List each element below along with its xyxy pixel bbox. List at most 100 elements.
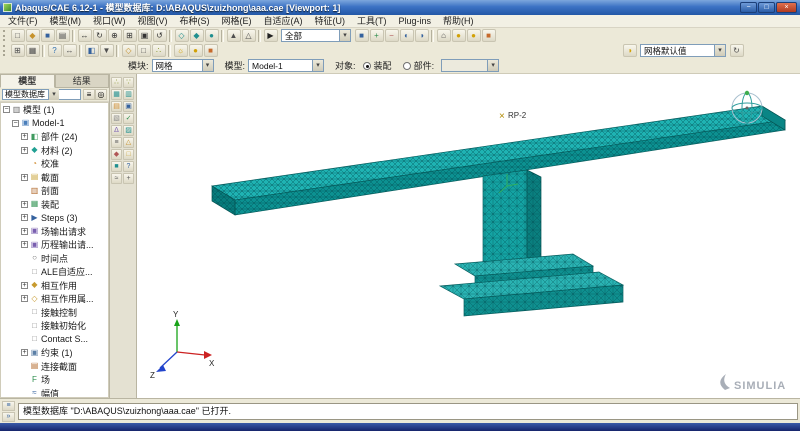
pan-view-icon[interactable]: ↔	[77, 29, 92, 42]
element-type-icon[interactable]: ▣	[123, 101, 134, 112]
object-part-radio[interactable]	[402, 61, 411, 70]
query-info-icon[interactable]: ?	[47, 44, 62, 57]
zoom-view-icon[interactable]: ⊕	[107, 29, 122, 42]
print-icon[interactable]: ▤	[55, 29, 70, 42]
menu-item[interactable]: 布种(S)	[174, 15, 216, 28]
tree-item[interactable]: + ◧ 部件 (24)	[1, 130, 108, 144]
tree-item[interactable]: + ◇ 相互作用属...	[1, 292, 108, 306]
windows-taskbar[interactable]	[0, 423, 800, 431]
tree-item[interactable]: F 场	[1, 373, 108, 387]
menu-item[interactable]: 帮助(H)	[437, 15, 480, 28]
viewport-canvas[interactable]: × RP-2 Y X Z SIMULIA	[137, 74, 800, 398]
tree-expander-icon[interactable]: +	[21, 241, 28, 249]
display-options-icon[interactable]: ≈	[111, 173, 122, 184]
object-assembly-label[interactable]: 装配	[374, 59, 392, 72]
tree-options-icon[interactable]: ≡	[83, 89, 95, 100]
chevron-down-icon[interactable]: ▾	[714, 45, 725, 56]
tools-icon[interactable]: +	[123, 173, 134, 184]
command-line-tab-icon[interactable]: »	[2, 411, 15, 422]
fit-view-icon[interactable]: ▣	[137, 29, 152, 42]
model-combo[interactable]: Model-1 ▾	[248, 59, 325, 72]
viewport[interactable]: × RP-2 Y X Z SIMULIA	[137, 74, 800, 398]
tile-viewports-icon[interactable]: ▦	[25, 44, 40, 57]
tab-results[interactable]: 结果	[54, 74, 109, 88]
light-options-icon[interactable]: ☼	[173, 44, 188, 57]
wireframe-render-icon[interactable]: ◇	[174, 29, 189, 42]
seed-part-icon[interactable]: ∴	[111, 77, 122, 88]
tree-expander-icon[interactable]: +	[21, 227, 28, 235]
menu-item[interactable]: 网格(E)	[216, 15, 258, 28]
tree-item[interactable]: − ▣ Model-1	[1, 117, 108, 131]
dg-intersect-icon[interactable]: ◐	[399, 29, 414, 42]
tab-model[interactable]: 模型	[0, 74, 55, 88]
tree-item[interactable]: + ▣ 场输出请求	[1, 225, 108, 239]
display-group-combo[interactable]: 全部 ▾	[281, 29, 351, 42]
virtual-topology-icon[interactable]: △	[123, 137, 134, 148]
render-sphere2-icon[interactable]: ●	[466, 29, 481, 42]
reference-point-marker[interactable]: × RP-2	[499, 111, 527, 122]
datum-display-icon[interactable]: ◇	[121, 44, 136, 57]
edge-display-icon[interactable]: □	[136, 44, 151, 57]
associate-mesh-icon[interactable]: ≡	[111, 137, 122, 148]
chevron-down-icon[interactable]: ▾	[48, 89, 59, 100]
maximize-button[interactable]: □	[758, 2, 775, 13]
views-toolbar-icon[interactable]: ⌂	[436, 29, 451, 42]
menu-item[interactable]: 特征(U)	[309, 15, 352, 28]
bridge-pier-mesh[interactable]	[482, 169, 542, 267]
dg-either-icon[interactable]: ◑	[414, 29, 429, 42]
tree-search-icon[interactable]: ◎	[95, 89, 107, 100]
chevron-down-icon[interactable]: ▾	[201, 60, 213, 71]
box-zoom-icon[interactable]: ⊞	[122, 29, 137, 42]
mesh-part-icon[interactable]: ▦	[111, 89, 122, 100]
tree-item[interactable]: + ▣ 约束 (1)	[1, 346, 108, 360]
tree-item[interactable]: □ 接触控制	[1, 306, 108, 320]
menu-item[interactable]: 工具(T)	[351, 15, 393, 28]
select-cursor-icon[interactable]: ▶	[263, 29, 278, 42]
bridge-footing-mesh[interactable]	[438, 253, 625, 317]
texture-box-icon[interactable]: ■	[481, 29, 496, 42]
object-part-label[interactable]: 部件:	[414, 59, 435, 72]
display-group-manager-icon[interactable]: ◧	[84, 44, 99, 57]
create-mesh-part-icon[interactable]: ■	[111, 161, 122, 172]
tree-item[interactable]: □ 接触初始化	[1, 319, 108, 333]
tree-item[interactable]: ▥ 剖面	[1, 184, 108, 198]
tree-item[interactable]: − ▥ 模型 (1)	[1, 103, 108, 117]
tree-expander-icon[interactable]: −	[12, 119, 19, 127]
new-database-icon[interactable]: □	[10, 29, 25, 42]
dg-remove-icon[interactable]: −	[384, 29, 399, 42]
verify-mesh-icon[interactable]: ✓	[123, 113, 134, 124]
save-database-icon[interactable]: ■	[40, 29, 55, 42]
tree-source-combo[interactable]: 模型数据库 ▾	[2, 89, 81, 100]
create-viewport-icon[interactable]: ⊞	[10, 44, 25, 57]
open-database-icon[interactable]: ◆	[25, 29, 40, 42]
tree-expander-icon[interactable]: +	[21, 214, 28, 222]
cycle-views-icon[interactable]: ↺	[152, 29, 167, 42]
tree-item[interactable]: + ◆ 材料 (2)	[1, 144, 108, 158]
close-button[interactable]: ×	[776, 2, 797, 13]
perspective-on-icon[interactable]: ▲	[226, 29, 241, 42]
measure-icon[interactable]: ↔	[62, 44, 77, 57]
tree-expander-icon[interactable]: +	[21, 173, 28, 181]
datum-icon[interactable]: □	[123, 149, 134, 160]
edit-mesh-icon[interactable]: Δ	[111, 125, 122, 136]
minimize-button[interactable]: −	[740, 2, 757, 13]
tree-item[interactable]: ○ 时间点	[1, 252, 108, 266]
texture-cube-icon[interactable]: ■	[203, 44, 218, 57]
tree-item[interactable]: + ◆ 相互作用	[1, 279, 108, 293]
mesh-region-icon[interactable]: ▥	[123, 89, 134, 100]
selection-options-icon[interactable]: ▼	[99, 44, 114, 57]
menu-item[interactable]: Plug-ins	[393, 15, 438, 28]
seed-edges-icon[interactable]: ∵	[123, 77, 134, 88]
partition-cell-icon[interactable]: ◆	[111, 149, 122, 160]
menu-item[interactable]: 自适应(A)	[258, 15, 309, 28]
tree-item[interactable]: □ ALE自适应...	[1, 265, 108, 279]
menu-item[interactable]: 视口(W)	[87, 15, 132, 28]
tree-expander-icon[interactable]: −	[3, 106, 10, 114]
shaded-render-icon[interactable]: ●	[204, 29, 219, 42]
module-combo[interactable]: 网格 ▾	[151, 59, 214, 72]
tree-expander-icon[interactable]: +	[21, 295, 28, 303]
tree-item[interactable]: + ▦ 装配	[1, 198, 108, 212]
color-code-refresh-icon[interactable]: ↻	[729, 44, 744, 57]
material-sphere-icon[interactable]: ●	[188, 44, 203, 57]
tree-item[interactable]: + ▶ Steps (3)	[1, 211, 108, 225]
